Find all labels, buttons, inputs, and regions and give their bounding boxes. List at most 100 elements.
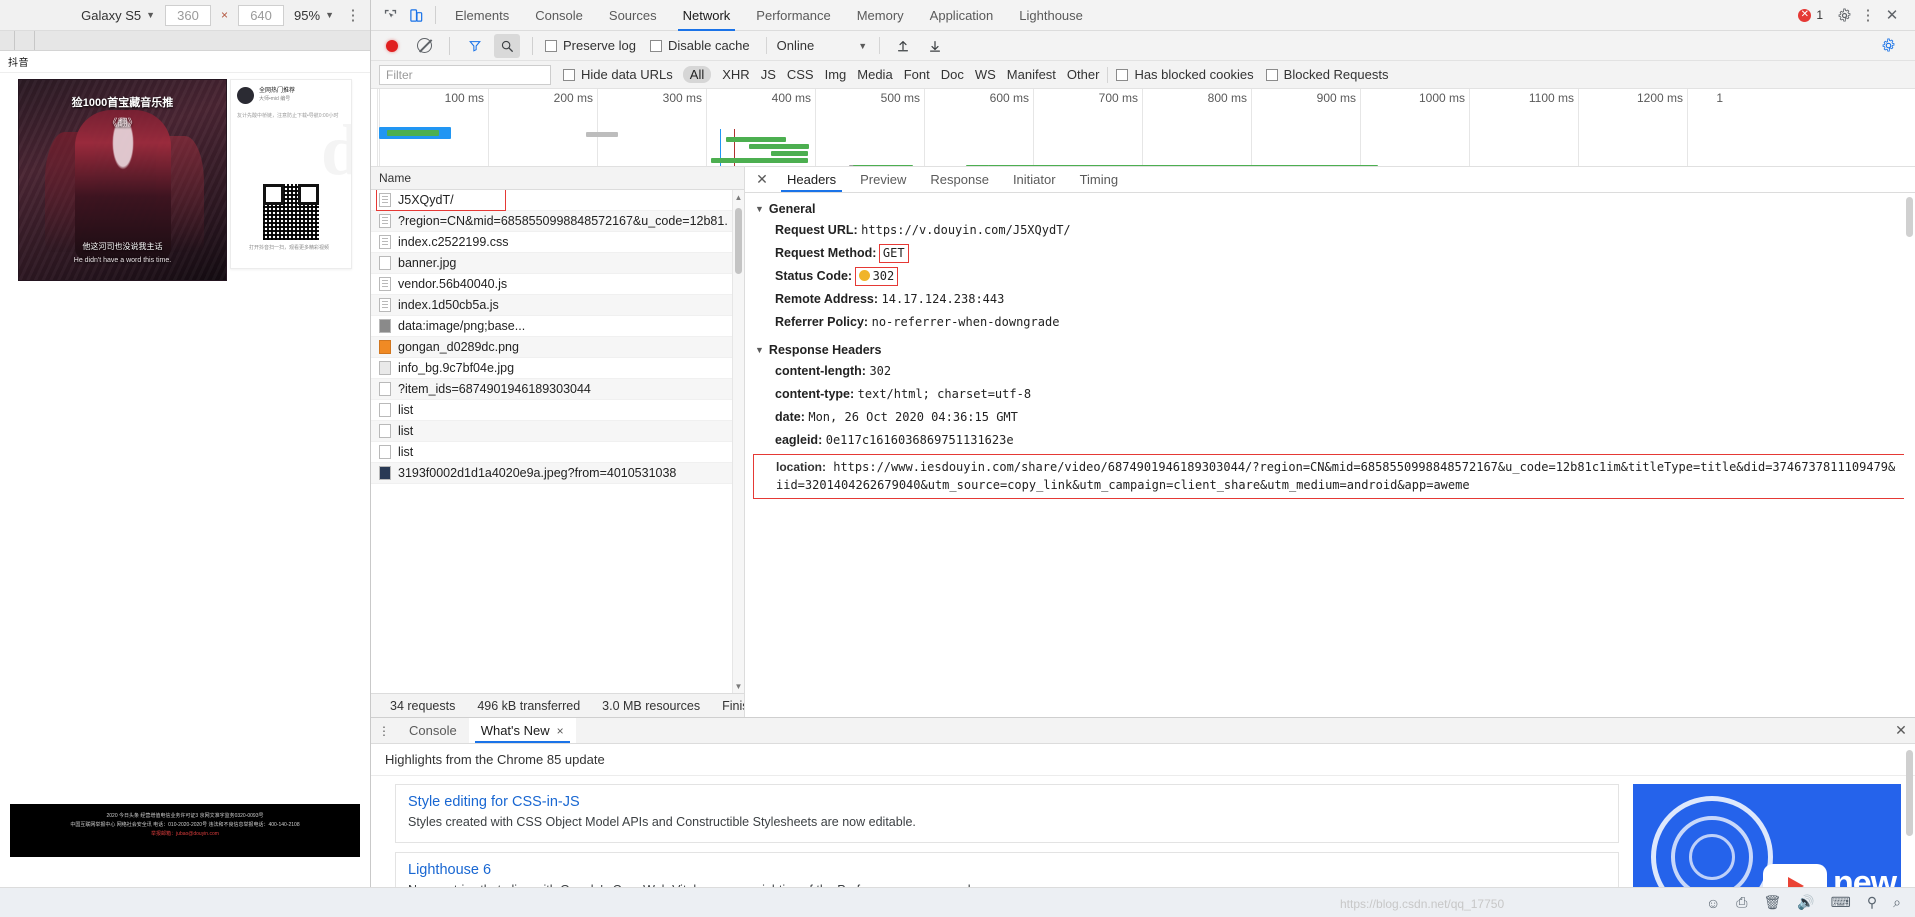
export-har-icon <box>930 40 941 52</box>
toggle-device-toolbar-button[interactable] <box>403 3 429 27</box>
table-row[interactable]: J5XQydT/ <box>371 190 744 211</box>
drawer-tab-whats-new[interactable]: What's New × <box>468 718 576 743</box>
import-har-button[interactable] <box>890 34 916 58</box>
tab-lighthouse[interactable]: Lighthouse <box>1006 0 1096 31</box>
details-scrollbar[interactable] <box>1904 193 1915 717</box>
table-row[interactable]: banner.jpg <box>371 253 744 274</box>
drawer-close-button[interactable]: ✕ <box>1887 718 1915 743</box>
inspect-element-button[interactable] <box>377 3 403 27</box>
general-section-title[interactable]: ▼ General <box>745 199 1915 219</box>
error-count-badge[interactable]: ✕ 1 <box>1798 8 1823 22</box>
table-row[interactable]: vendor.56b40040.js <box>371 274 744 295</box>
filter-type-media[interactable]: Media <box>857 67 892 82</box>
filter-type-manifest[interactable]: Manifest <box>1007 67 1056 82</box>
throttling-selector[interactable]: Online ▼ <box>777 38 868 53</box>
table-row[interactable]: list <box>371 442 744 463</box>
table-row[interactable]: index.1d50cb5a.js <box>371 295 744 316</box>
request-name: gongan_d0289dc.png <box>398 340 519 354</box>
devtools-close-button[interactable]: ✕ <box>1879 3 1905 27</box>
requests-list[interactable]: J5XQydT/ ?region=CN&mid=6858550998848572… <box>371 190 744 693</box>
table-row[interactable]: 3193f0002d1d1a4020e9a.jpeg?from=40105310… <box>371 463 744 484</box>
search-icon[interactable]: ⚲ <box>1867 894 1877 911</box>
device-zoom-selector[interactable]: 95% ▼ <box>294 8 334 23</box>
scrollbar-thumb[interactable] <box>1906 750 1913 836</box>
details-close-button[interactable]: ✕ <box>749 167 775 192</box>
tab-application[interactable]: Application <box>917 0 1007 31</box>
device-width-input[interactable]: 360 <box>165 4 212 26</box>
volume-icon[interactable]: 🔊 <box>1797 894 1814 911</box>
table-row[interactable]: info_bg.9c7bf04e.jpg <box>371 358 744 379</box>
record-button[interactable] <box>379 34 405 58</box>
preserve-log-checkbox[interactable]: Preserve log <box>545 38 636 53</box>
tab-timing[interactable]: Timing <box>1068 167 1131 192</box>
clear-button[interactable] <box>411 34 437 58</box>
tab-initiator[interactable]: Initiator <box>1001 167 1068 192</box>
filter-type-img[interactable]: Img <box>825 67 847 82</box>
scroll-up-icon[interactable]: ▲ <box>733 190 744 204</box>
video-poster[interactable]: 猃1000首宝藏音乐推 《翻》 他这河司也没说我主话 He didn't hav… <box>18 79 227 281</box>
filter-input[interactable]: Filter <box>379 64 551 85</box>
table-row[interactable]: index.c2522199.css <box>371 232 744 253</box>
tab-headers[interactable]: Headers <box>775 167 848 192</box>
device-more-options-button[interactable]: ⋮ <box>344 7 362 24</box>
scrollbar-thumb[interactable] <box>1906 197 1913 237</box>
list-item[interactable]: Style editing for CSS-in-JS Styles creat… <box>395 784 1619 843</box>
table-row[interactable]: data:image/png;base... <box>371 316 744 337</box>
keyboard-icon[interactable]: ⌨ <box>1831 894 1851 911</box>
table-row[interactable]: ?item_ids=6874901946189303044 <box>371 379 744 400</box>
table-row[interactable]: list <box>371 400 744 421</box>
filter-toggle-button[interactable] <box>462 34 488 58</box>
filter-type-doc[interactable]: Doc <box>941 67 964 82</box>
tab-console[interactable]: Console <box>522 0 596 31</box>
scroll-down-icon[interactable]: ▼ <box>733 679 744 693</box>
tab-network[interactable]: Network <box>670 0 744 31</box>
device-viewport[interactable]: 抖音 猃1000首宝藏音乐推 《翻》 他这河司也没说我主话 He didn't … <box>0 51 370 917</box>
requests-column-header[interactable]: Name <box>371 167 744 190</box>
blocked-requests-checkbox[interactable]: Blocked Requests <box>1265 67 1389 82</box>
tick-label: 1 <box>1716 91 1723 105</box>
resource-type-filters: All XHR JS CSS Img Media Font Doc WS Man… <box>682 66 1100 83</box>
devtools-more-options-button[interactable]: ⋮ <box>1859 7 1877 24</box>
export-har-button[interactable] <box>922 34 948 58</box>
table-row[interactable]: ?region=CN&mid=6858550998848572167&u_cod… <box>371 211 744 232</box>
filter-type-ws[interactable]: WS <box>975 67 996 82</box>
table-row[interactable]: list <box>371 421 744 442</box>
filter-type-xhr[interactable]: XHR <box>722 67 749 82</box>
response-headers-section-title[interactable]: ▼ Response Headers <box>745 340 1915 360</box>
blocked-requests-label: Blocked Requests <box>1283 67 1389 82</box>
tab-elements[interactable]: Elements <box>442 0 522 31</box>
scrollbar-thumb[interactable] <box>735 208 742 274</box>
network-overview-timeline[interactable]: 100 ms 200 ms 300 ms 400 ms 500 ms 600 m… <box>371 89 1915 167</box>
filter-type-all[interactable]: All <box>682 66 712 83</box>
drawer-tab-console[interactable]: Console <box>397 718 469 743</box>
filter-type-other[interactable]: Other <box>1067 67 1100 82</box>
disable-cache-checkbox[interactable]: Disable cache <box>649 38 750 53</box>
card-title[interactable]: Style editing for CSS-in-JS <box>408 794 1606 810</box>
tab-sources[interactable]: Sources <box>596 0 670 31</box>
device-selector[interactable]: Galaxy S5 ▼ <box>81 8 155 23</box>
filter-type-font[interactable]: Font <box>904 67 930 82</box>
browser-icon[interactable]: ⎙ <box>1736 894 1747 911</box>
filter-type-css[interactable]: CSS <box>787 67 814 82</box>
trash-icon[interactable]: 🗑 <box>1763 894 1781 911</box>
smiley-icon[interactable]: ☺ <box>1706 895 1720 911</box>
hide-data-urls-checkbox[interactable]: Hide data URLs <box>563 67 673 82</box>
tab-performance[interactable]: Performance <box>743 0 843 31</box>
search-button[interactable] <box>494 33 520 58</box>
table-row[interactable]: gongan_d0289dc.png <box>371 337 744 358</box>
card-title[interactable]: Lighthouse 6 <box>408 862 1606 878</box>
tab-preview[interactable]: Preview <box>848 167 918 192</box>
tab-response[interactable]: Response <box>918 167 1001 192</box>
close-icon[interactable]: × <box>557 724 564 738</box>
drawer-more-options-button[interactable]: ⋮ <box>371 718 397 743</box>
requests-scrollbar[interactable]: ▲ ▼ <box>732 190 744 693</box>
device-height-input[interactable]: 640 <box>238 4 285 26</box>
devtools-settings-button[interactable] <box>1831 3 1857 27</box>
network-settings-button[interactable] <box>1875 34 1901 58</box>
poster-caption-cn: 他这河司也没说我主话 <box>82 242 163 251</box>
filter-type-js[interactable]: JS <box>761 67 776 82</box>
tab-memory[interactable]: Memory <box>844 0 917 31</box>
zoom-icon[interactable]: ⌕ <box>1893 894 1901 911</box>
tab-label: Preview <box>860 172 907 187</box>
has-blocked-cookies-checkbox[interactable]: Has blocked cookies <box>1116 67 1254 82</box>
